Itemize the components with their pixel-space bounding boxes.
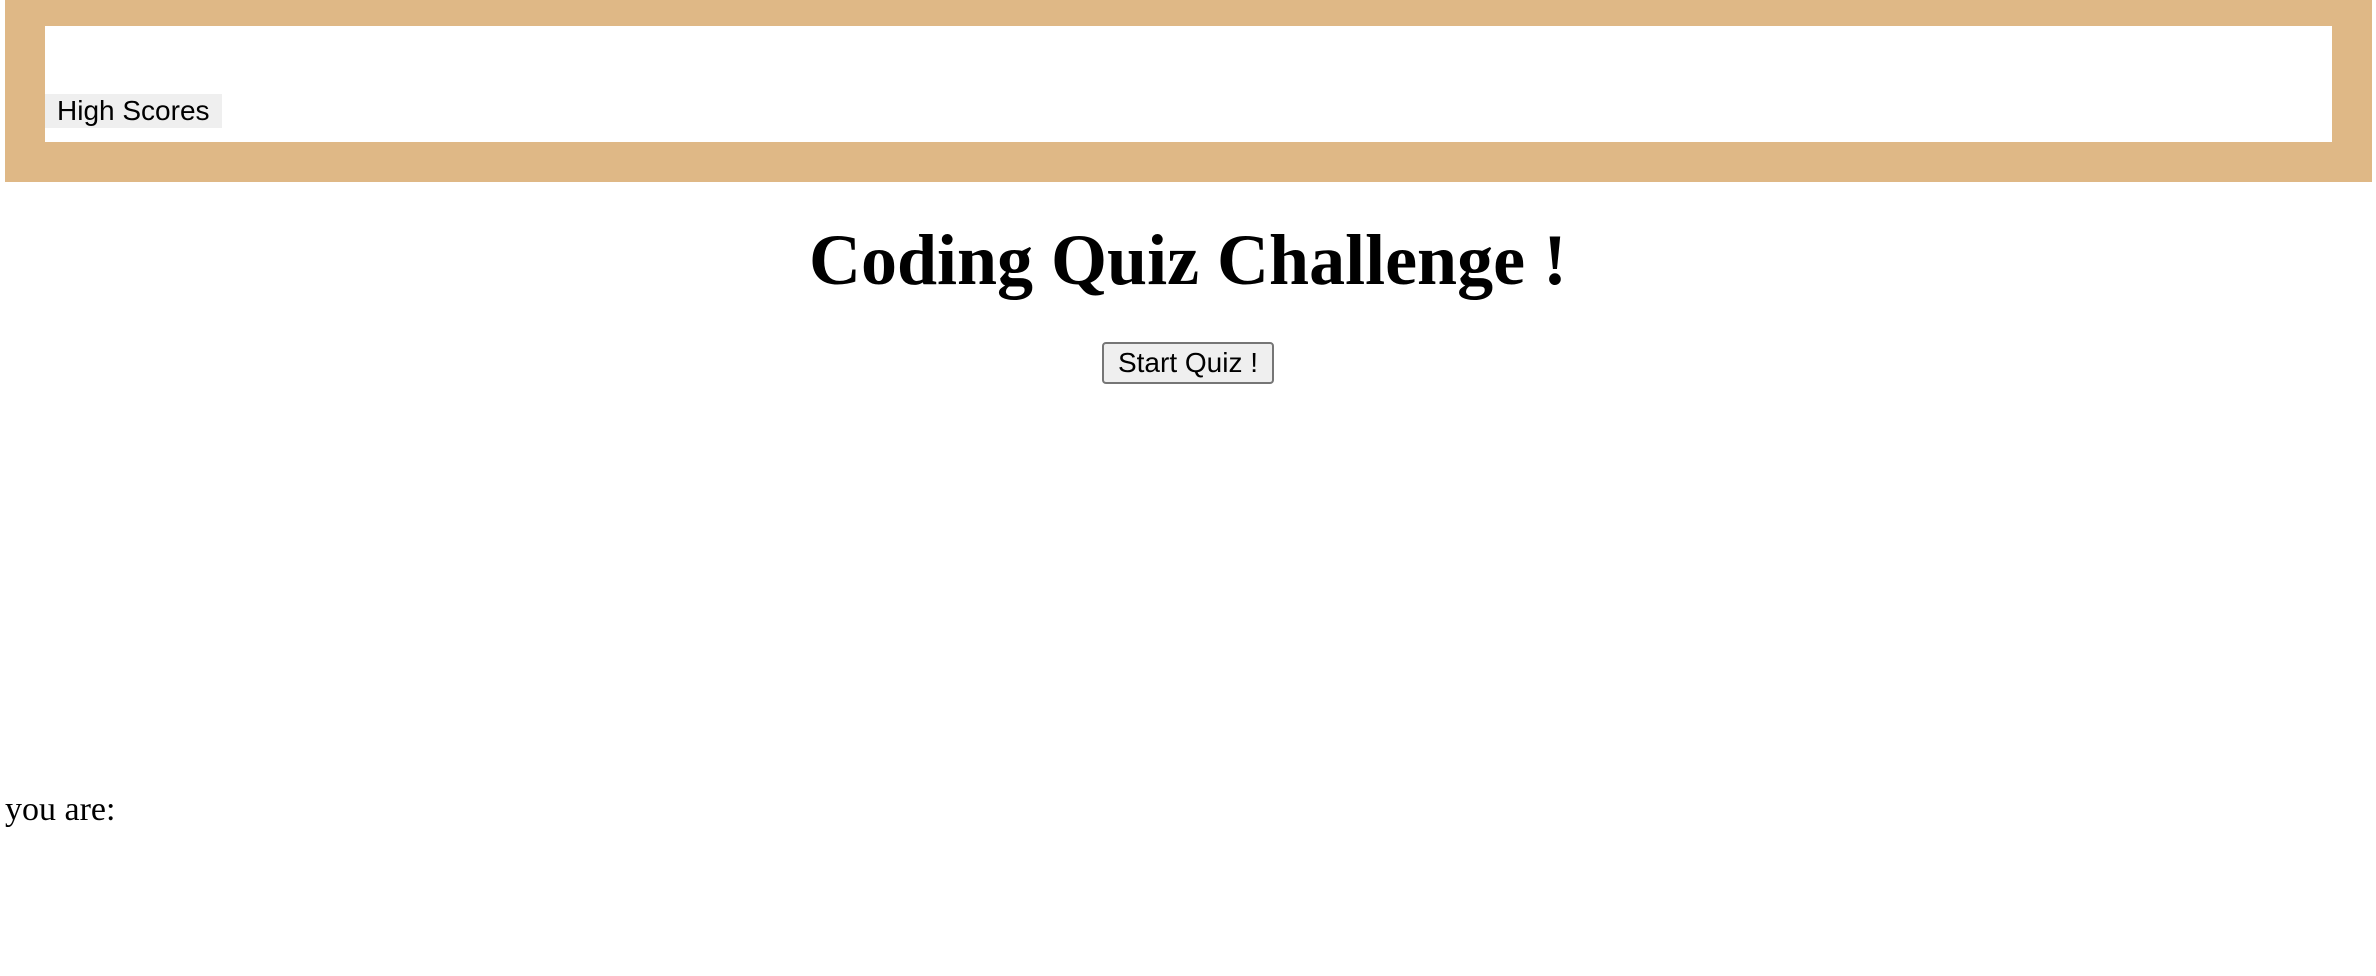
page: High Scores Coding Quiz Challenge ! Star… bbox=[0, 0, 2376, 976]
high-scores-link[interactable]: High Scores bbox=[45, 94, 222, 128]
start-button-container: Start Quiz ! bbox=[0, 342, 2376, 384]
page-title: Coding Quiz Challenge ! bbox=[808, 220, 1568, 300]
header-panel: High Scores bbox=[45, 26, 2332, 142]
header-band: High Scores bbox=[5, 0, 2372, 182]
result-label: you are: bbox=[5, 791, 116, 828]
start-quiz-button[interactable]: Start Quiz ! bbox=[1101, 342, 1275, 384]
